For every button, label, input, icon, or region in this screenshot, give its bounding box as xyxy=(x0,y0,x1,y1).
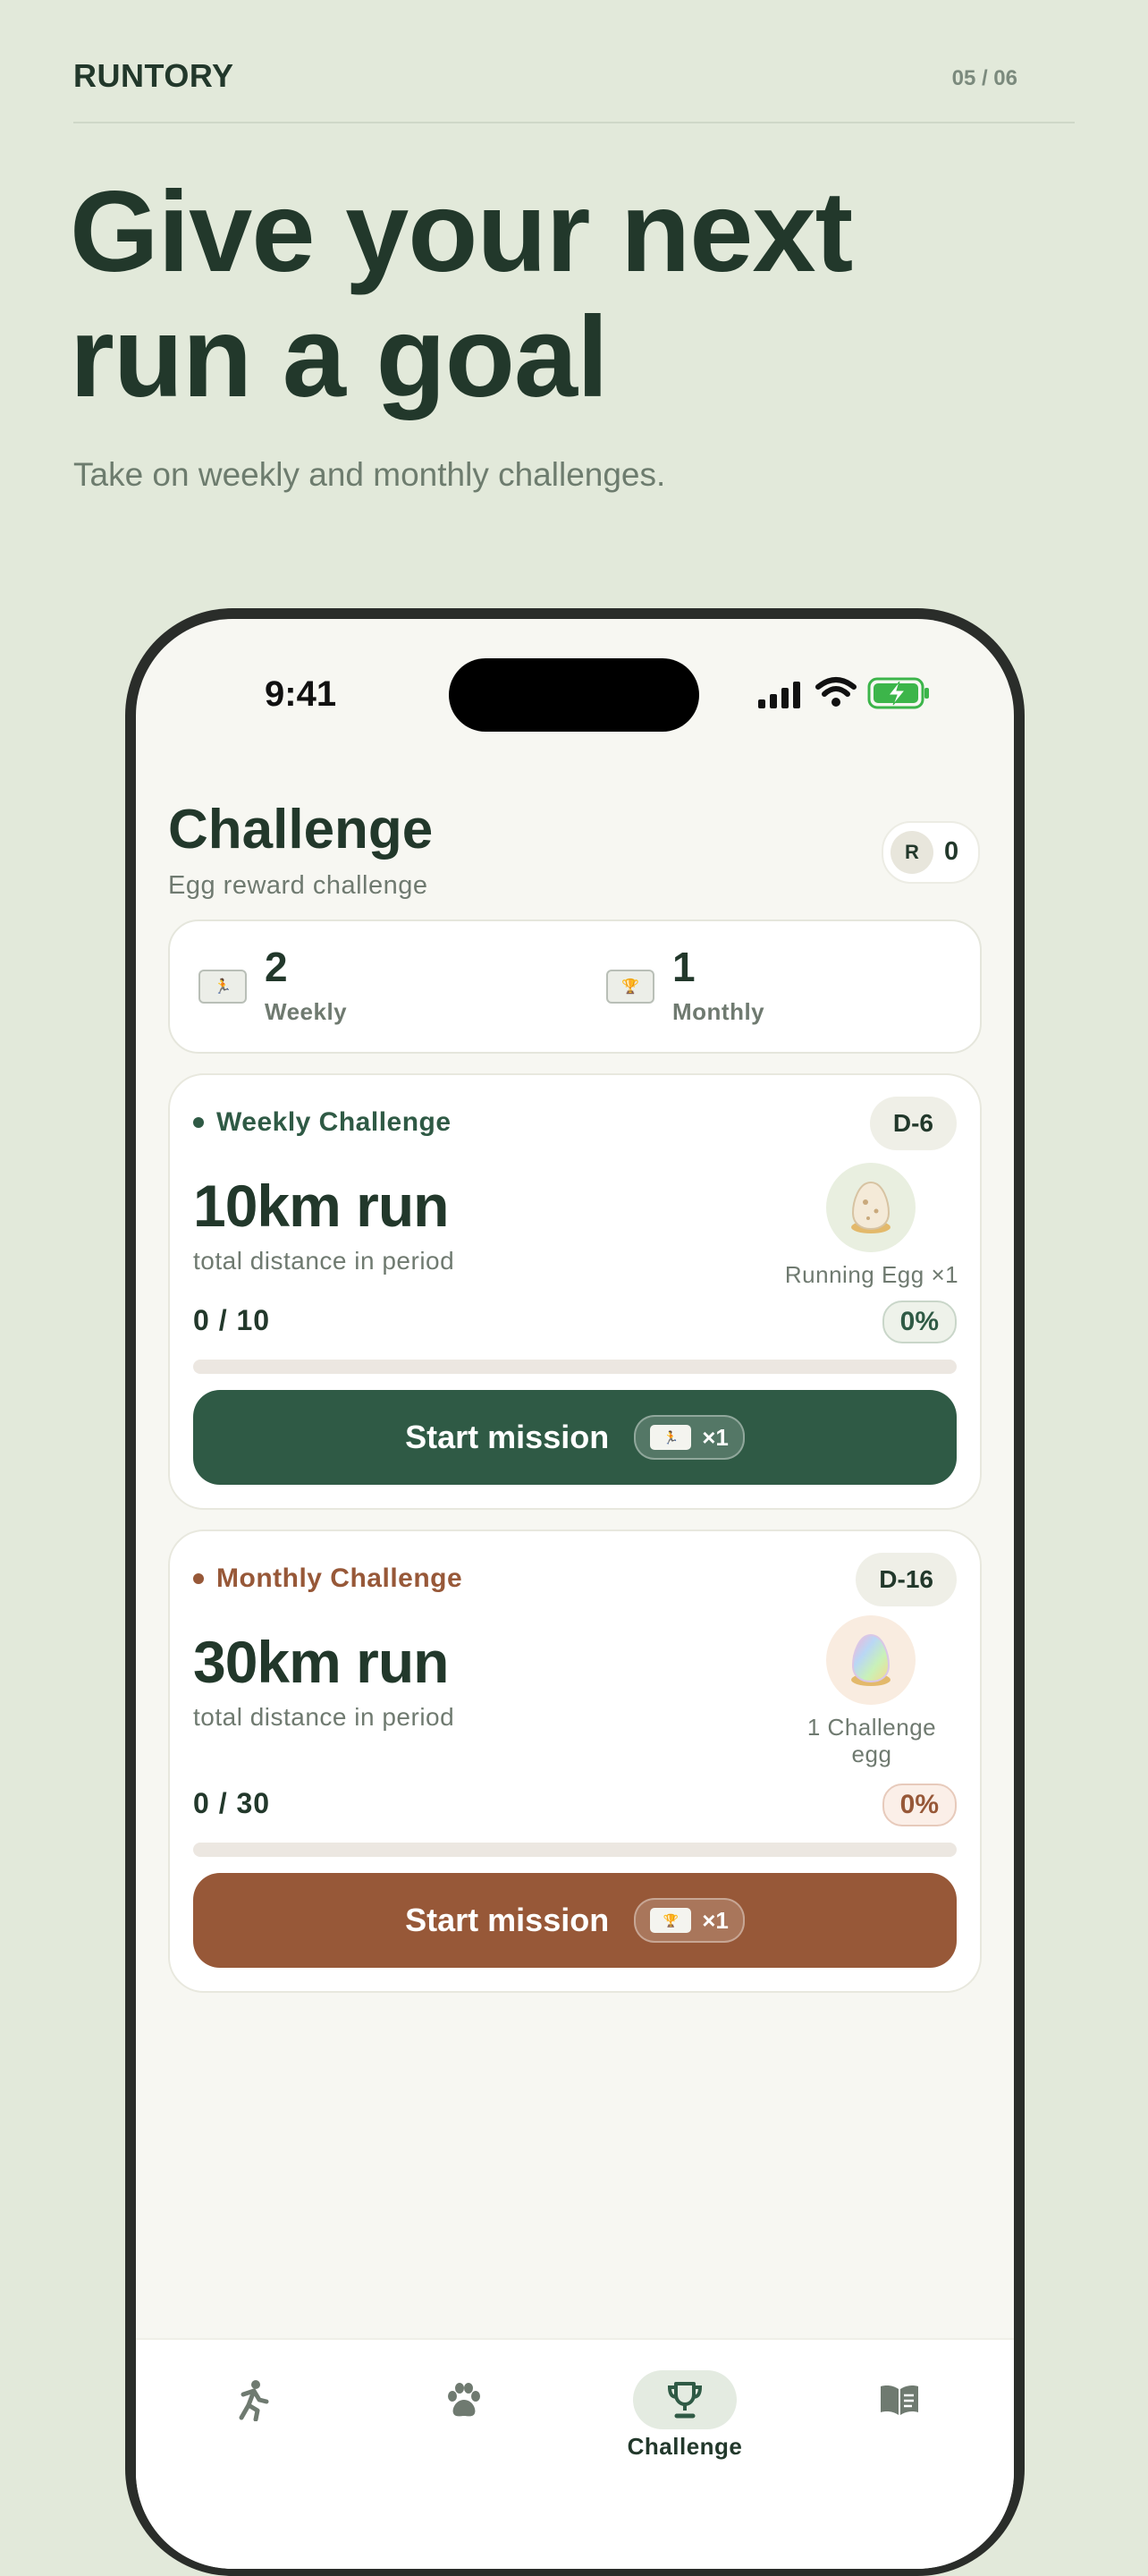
monthly-challenge-card: Monthly Challenge D-16 30km run total di… xyxy=(168,1530,982,1993)
book-icon xyxy=(848,2370,951,2429)
status-dot xyxy=(193,1573,204,1584)
dday-badge: D-16 xyxy=(856,1553,957,1606)
challenge-description: total distance in period xyxy=(193,1247,455,1275)
challenge-egg-icon xyxy=(826,1615,916,1705)
weekly-challenge-header: Weekly Challenge xyxy=(193,1107,452,1138)
progress-bar xyxy=(193,1843,957,1857)
ticket-cost: ×1 xyxy=(702,1423,729,1451)
dynamic-island xyxy=(449,658,699,732)
start-mission-label: Start mission xyxy=(405,1902,610,1938)
progress-text: 0 / 30 xyxy=(193,1787,271,1819)
screen-title: Challenge xyxy=(168,799,434,860)
status-dot xyxy=(193,1117,204,1128)
headline-line-1: Give your next xyxy=(70,168,853,296)
weekly-ticket-label: Weekly xyxy=(265,998,348,1025)
ticket-cost: ×1 xyxy=(702,1906,729,1934)
ticket-cost-chip: 🏃 ×1 xyxy=(634,1415,745,1460)
progress-bar xyxy=(193,1360,957,1374)
challenge-goal: 30km run xyxy=(193,1629,449,1695)
coin-value: 0 xyxy=(944,837,959,866)
start-mission-button[interactable]: Start mission 🏃 ×1 xyxy=(193,1390,957,1485)
running-egg-icon xyxy=(826,1163,916,1252)
start-mission-button[interactable]: Start mission 🏆 ×1 xyxy=(193,1873,957,1968)
tab-run[interactable] xyxy=(161,2340,340,2483)
tab-challenge-label: Challenge xyxy=(627,2433,743,2460)
challenge-kind: Monthly Challenge xyxy=(216,1563,463,1593)
status-bar: 9:41 xyxy=(136,619,1014,753)
status-time: 9:41 xyxy=(265,674,337,714)
coin-balance[interactable]: R 0 xyxy=(882,821,980,884)
tab-pet[interactable] xyxy=(374,2340,553,2483)
page-indicator: 05 / 06 xyxy=(951,66,1017,90)
subheadline: Take on weekly and monthly challenges. xyxy=(73,456,666,493)
progress-text: 0 / 10 xyxy=(193,1304,271,1336)
progress-percent: 0% xyxy=(882,1301,957,1343)
running-ticket-icon: 🏃 xyxy=(198,970,247,1004)
wifi-icon xyxy=(815,677,857,707)
challenge-goal: 10km run xyxy=(193,1173,449,1239)
tab-bar: Challenge xyxy=(136,2338,1014,2569)
challenge-kind: Weekly Challenge xyxy=(216,1107,452,1137)
running-ticket-icon: 🏃 xyxy=(650,1425,692,1450)
tab-challenge[interactable]: Challenge xyxy=(595,2340,774,2483)
signal-icon xyxy=(758,682,800,708)
reward-label: Running Egg ×1 xyxy=(784,1261,959,1288)
ticket-cost-chip: 🏆 ×1 xyxy=(634,1898,745,1943)
start-mission-label: Start mission xyxy=(405,1419,610,1455)
weekly-ticket-count: 2 xyxy=(265,944,288,990)
progress-percent: 0% xyxy=(882,1784,957,1826)
headline: Give your next run a goal xyxy=(70,168,853,421)
ticket-summary: 🏃 2 Weekly 🏆 1 Monthly xyxy=(168,919,982,1054)
battery-charging-icon xyxy=(867,677,929,709)
divider xyxy=(73,122,1075,123)
screen-subtitle: Egg reward challenge xyxy=(168,871,428,900)
paw-icon xyxy=(411,2370,515,2429)
tab-journal[interactable] xyxy=(810,2340,989,2483)
monthly-ticket-count: 1 xyxy=(672,944,696,990)
brand-name: RUNTORY xyxy=(73,57,234,94)
monthly-challenge-header: Monthly Challenge xyxy=(193,1563,462,1594)
trophy-icon xyxy=(633,2370,737,2429)
trophy-ticket-icon: 🏆 xyxy=(606,970,654,1004)
running-icon xyxy=(198,2370,302,2429)
phone-screen: 9:41 Challenge Egg reward challenge R 0 … xyxy=(136,619,1014,2569)
weekly-challenge-card: Weekly Challenge D-6 10km run total dist… xyxy=(168,1073,982,1510)
headline-line-2: run a goal xyxy=(70,293,609,421)
dday-badge: D-6 xyxy=(869,1097,957,1150)
monthly-ticket-label: Monthly xyxy=(672,998,765,1025)
reward-label: 1 Challenge egg xyxy=(806,1714,937,1767)
trophy-ticket-icon: 🏆 xyxy=(650,1908,692,1933)
coin-icon: R xyxy=(891,831,933,874)
challenge-description: total distance in period xyxy=(193,1703,455,1731)
phone-frame: 9:41 Challenge Egg reward challenge R 0 … xyxy=(125,608,1025,2576)
